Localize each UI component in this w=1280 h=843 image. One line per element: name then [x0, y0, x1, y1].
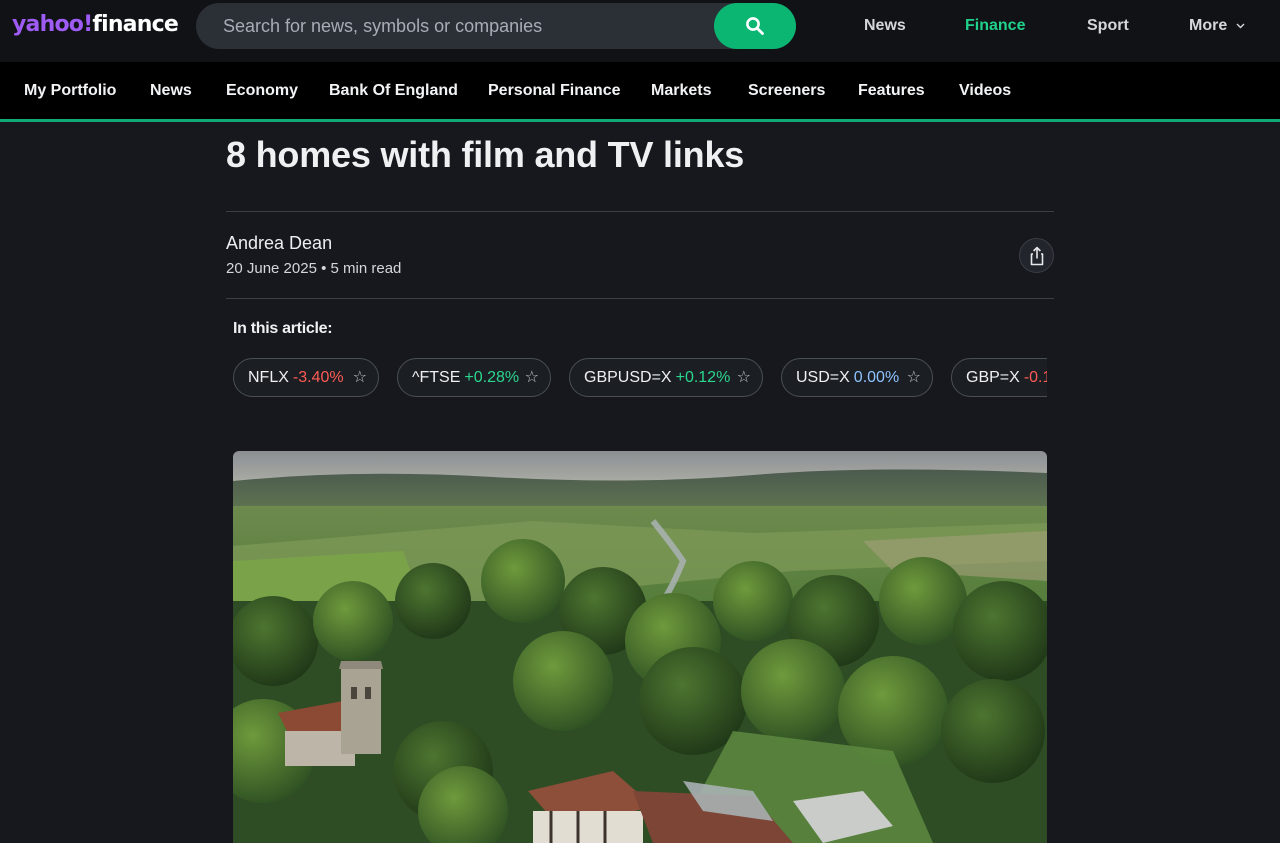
- divider: [226, 298, 1054, 299]
- star-icon[interactable]: ☆: [907, 359, 921, 396]
- nav-videos[interactable]: Videos: [959, 62, 1011, 119]
- read-time: 5 min read: [330, 260, 402, 277]
- star-icon[interactable]: ☆: [525, 359, 539, 396]
- star-icon[interactable]: ☆: [737, 359, 751, 396]
- chevron-down-icon: [1236, 23, 1245, 29]
- top-nav-more[interactable]: More: [1189, 0, 1245, 52]
- ticker-chip-nflx[interactable]: NFLX -3.40% ☆: [233, 358, 379, 397]
- ticker-symbol: ^FTSE: [412, 369, 461, 386]
- top-header: yahoo!finance News Finance Sport More: [0, 0, 1280, 62]
- ticker-symbol: USD=X: [796, 369, 850, 386]
- nav-accent-divider: [0, 119, 1280, 122]
- section-nav: My Portfolio News Economy Bank Of Englan…: [0, 62, 1280, 119]
- ticker-chip-ftse[interactable]: ^FTSE +0.28% ☆: [397, 358, 551, 397]
- search-bar: [196, 3, 796, 49]
- yahoo-finance-logo[interactable]: yahoo!finance: [12, 10, 179, 40]
- meta-separator: •: [321, 260, 327, 277]
- ticker-change: +0.28%: [464, 369, 520, 386]
- ticker-chip-gbp[interactable]: GBP=X -0.1: [951, 358, 1047, 397]
- top-nav-sport[interactable]: Sport: [1087, 0, 1129, 52]
- ticker-symbol: GBP=X: [966, 369, 1020, 386]
- article-hero-image[interactable]: [233, 451, 1047, 843]
- top-nav-more-label: More: [1189, 17, 1228, 34]
- article-title: 8 homes with film and TV links: [226, 134, 745, 175]
- star-icon[interactable]: ☆: [353, 359, 367, 396]
- nav-features[interactable]: Features: [858, 62, 925, 119]
- ticker-symbol: GBPUSD=X: [584, 369, 672, 386]
- ticker-change: 0.00%: [853, 369, 900, 386]
- ticker-change: -3.40%: [292, 369, 344, 386]
- nav-personal-finance[interactable]: Personal Finance: [488, 62, 621, 119]
- nav-economy[interactable]: Economy: [226, 62, 298, 119]
- top-nav-finance[interactable]: Finance: [965, 0, 1025, 52]
- author-name[interactable]: Andrea Dean: [226, 233, 332, 254]
- ticker-change: +0.12%: [675, 369, 731, 386]
- share-icon: [1030, 246, 1043, 265]
- ticker-chip-usd[interactable]: USD=X 0.00% ☆: [781, 358, 933, 397]
- nav-screeners[interactable]: Screeners: [748, 62, 825, 119]
- in-this-article-heading: In this article:: [233, 320, 333, 337]
- search-button[interactable]: [714, 3, 796, 49]
- article-meta: 20 June 2025 • 5 min read: [226, 260, 401, 277]
- nav-bank-of-england[interactable]: Bank Of England: [329, 62, 458, 119]
- top-nav-news[interactable]: News: [864, 0, 906, 52]
- divider: [226, 211, 1054, 212]
- ticker-chip-gbpusd[interactable]: GBPUSD=X +0.12% ☆: [569, 358, 763, 397]
- search-input[interactable]: [196, 3, 714, 49]
- nav-my-portfolio[interactable]: My Portfolio: [24, 62, 116, 119]
- ticker-change: -0.1: [1023, 369, 1047, 386]
- hero-photo: [233, 451, 1047, 843]
- ticker-chip-row: NFLX -3.40% ☆ ^FTSE +0.28% ☆ GBPUSD=X +0.12…: [233, 358, 1047, 398]
- nav-news[interactable]: News: [150, 62, 192, 119]
- search-icon: [746, 17, 764, 35]
- ticker-symbol: NFLX: [248, 369, 289, 386]
- nav-markets[interactable]: Markets: [651, 62, 711, 119]
- publish-date: 20 June 2025: [226, 260, 317, 277]
- share-button[interactable]: [1019, 238, 1054, 273]
